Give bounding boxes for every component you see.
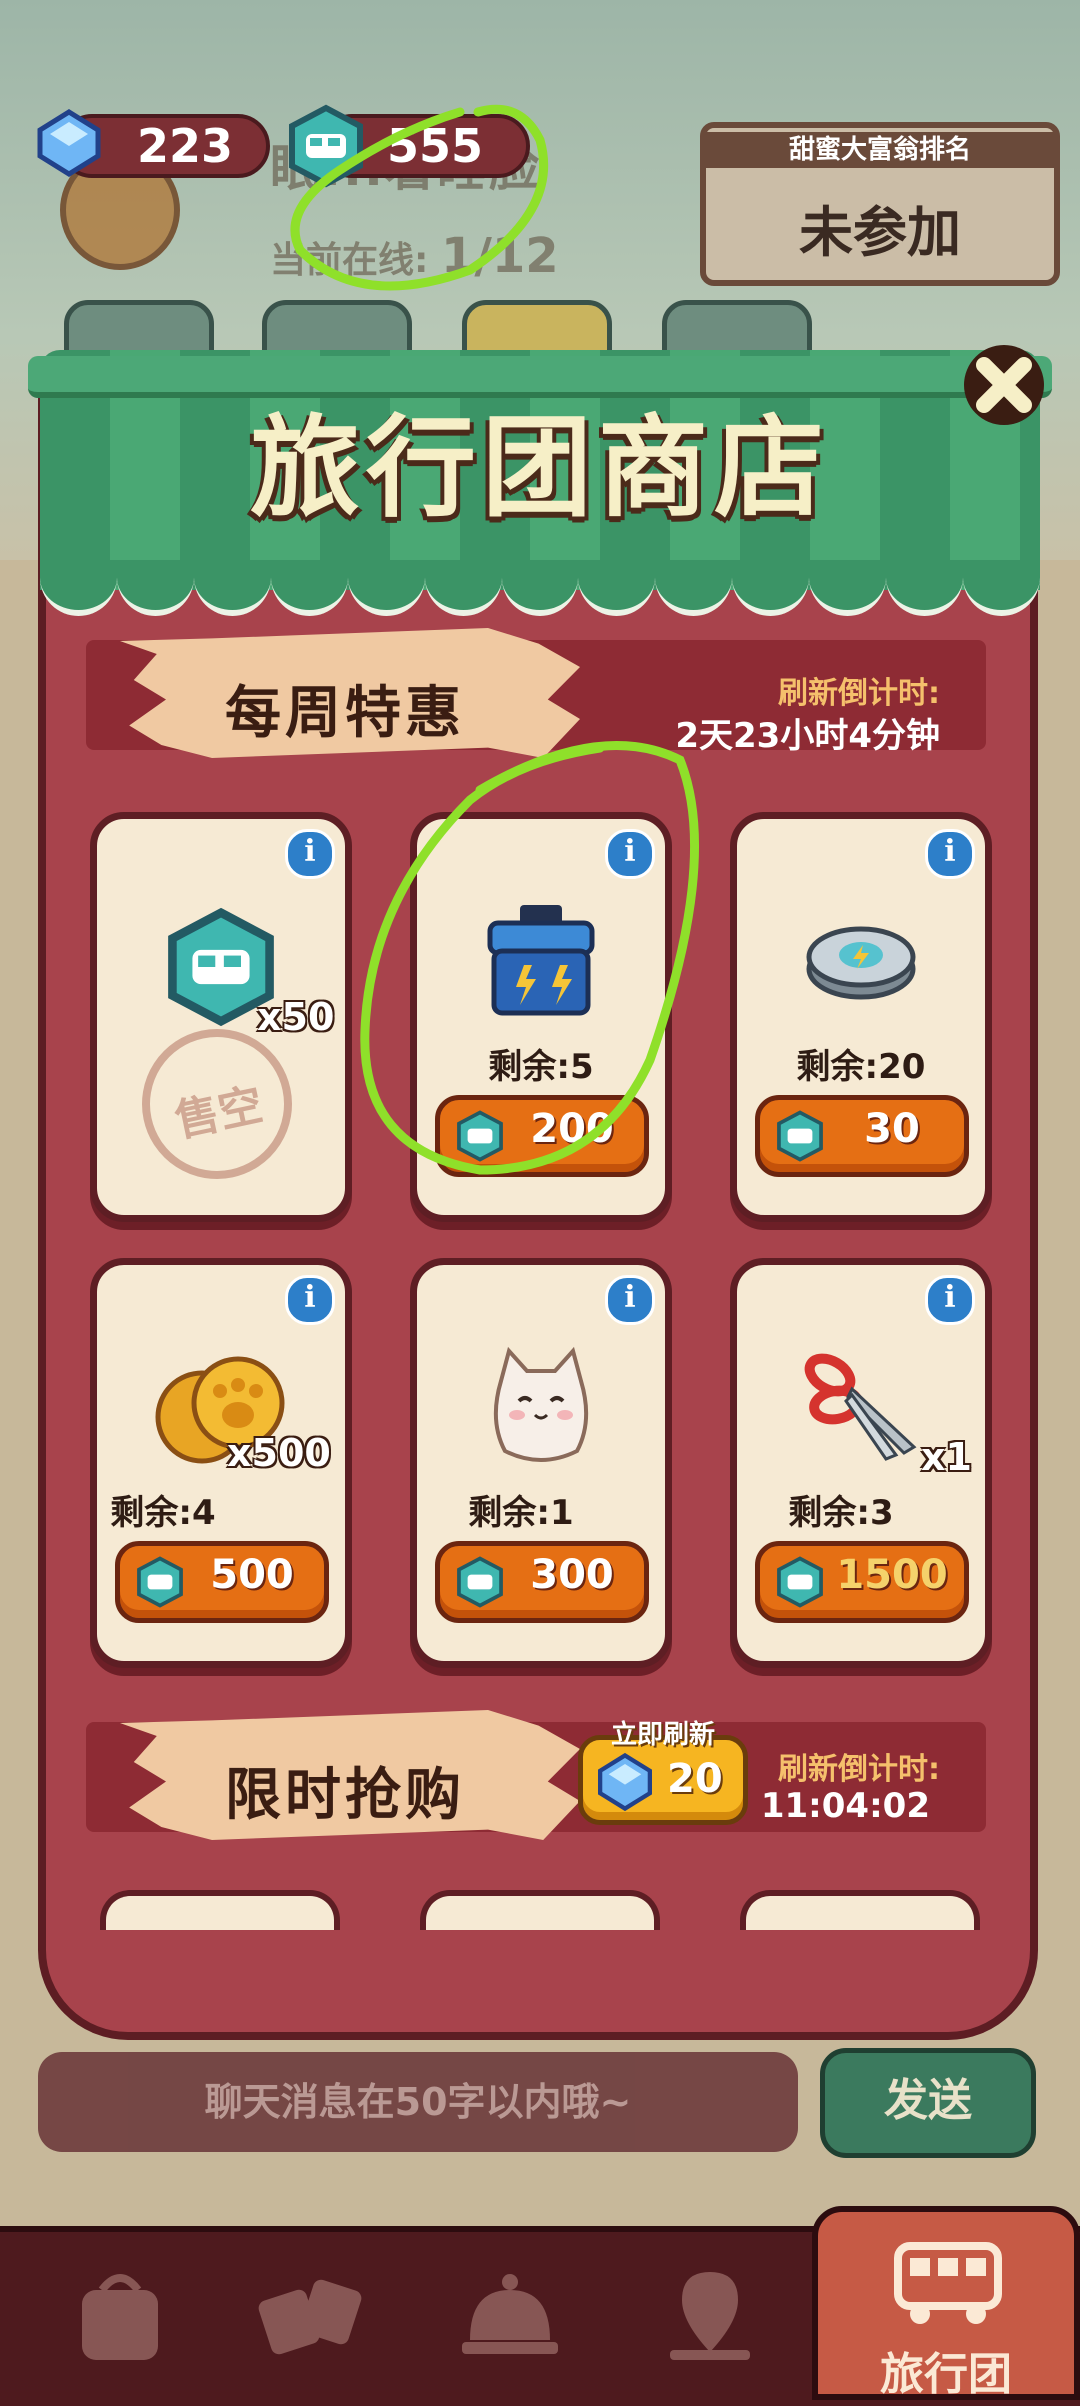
info-icon[interactable]: i [925,829,975,879]
info-icon[interactable]: i [285,1275,335,1325]
item-quantity: x50 [257,995,335,1039]
shop-title: 旅行团商店 [250,404,830,532]
item-remaining: 剩余:5 [488,1047,594,1087]
bus-icon [894,2242,1002,2324]
bag-icon[interactable] [60,2260,180,2370]
scissors-icon [804,1353,917,1461]
weekly-title: 每周特惠 [225,681,465,746]
info-icon[interactable]: i [285,829,335,879]
weekly-refresh-countdown: 2天23小时4分钟 [675,716,940,756]
item-price: 1500 [836,1552,948,1598]
item-remaining: 剩余:3 [788,1493,894,1533]
bus-coin-icon [137,1556,183,1608]
buy-button[interactable]: 300 [435,1541,649,1623]
shop-item-card[interactable]: i 剩余:5 200 [410,812,672,1222]
item-price: 200 [530,1106,614,1152]
info-icon[interactable]: i [605,829,655,879]
online-count: 当前在线: 1/12 [270,228,559,284]
bus-coin-icon [289,104,363,188]
online-value: 1/12 [440,228,559,284]
flash-refresh-label: 刷新倒计时: [778,1752,940,1787]
gem-icon [37,109,101,177]
buy-button[interactable]: 500 [115,1541,329,1623]
weekly-refresh-label: 刷新倒计时: [778,676,940,711]
item-remaining: 剩余:20 [796,1047,926,1087]
shop-item-card[interactable]: i x1 剩余:3 1500 [730,1258,992,1668]
item-remaining: 剩余:4 [110,1493,216,1533]
info-icon[interactable]: i [605,1275,655,1325]
buy-button[interactable]: 1500 [755,1541,969,1623]
gem-count: 223 [136,119,234,173]
chat-input[interactable]: 聊天消息在50字以内哦~ [38,2052,798,2152]
flash-item-card[interactable] [420,1890,660,1930]
awning-scallops [40,560,1040,616]
cards-icon[interactable] [250,2260,370,2370]
online-label: 当前在线: [270,240,429,281]
shop-item-card[interactable]: i x500 剩余:4 500 [90,1258,352,1668]
lucky-cat-icon [493,1346,589,1462]
shop-item-card[interactable]: i 剩余:20 30 [730,812,992,1222]
send-button[interactable]: 发送 [820,2048,1036,2158]
map-pin-icon[interactable] [650,2260,770,2370]
buy-button[interactable]: 30 [755,1095,969,1177]
item-remaining: 剩余:1 [468,1493,574,1533]
flash-item-card[interactable] [740,1890,980,1930]
item-price: 300 [530,1552,614,1598]
bus-coin-icon [457,1110,503,1162]
bus-coin-icon [777,1110,823,1162]
nav-tab-tour-group[interactable]: 旅行团 [812,2206,1080,2400]
item-quantity: x1 [921,1435,972,1479]
shop-item-card[interactable]: i 剩余:1 300 [410,1258,672,1668]
info-icon[interactable]: i [925,1275,975,1325]
leaderboard-panel[interactable]: 甜蜜大富翁排名 未参加 [700,122,1060,286]
chat-placeholder: 聊天消息在50字以内哦~ [204,2080,632,2124]
flash-item-card[interactable] [100,1890,340,1930]
coin-count: 555 [386,119,484,173]
blue-supply-box-icon [487,905,595,1016]
lightning-disc-icon [806,926,916,1000]
bus-coin-icon [777,1556,823,1608]
item-price: 30 [864,1106,920,1152]
sold-out-stamp: 售空 [128,1015,306,1193]
close-icon[interactable] [954,335,1054,435]
leaderboard-status: 未参加 [799,201,961,264]
flash-refresh-countdown: 11:04:02 [760,1786,930,1826]
shop-item-card[interactable]: i x50 售空 [90,812,352,1222]
service-bell-icon[interactable] [450,2260,570,2370]
flash-title: 限时抢购 [225,1763,465,1828]
leaderboard-title: 甜蜜大富翁排名 [706,132,1054,168]
item-price: 500 [210,1552,294,1598]
bus-coin-icon [457,1556,503,1608]
buy-button[interactable]: 200 [435,1095,649,1177]
item-quantity: x500 [227,1431,331,1475]
nav-tab-label: 旅行团 [880,2349,1012,2400]
